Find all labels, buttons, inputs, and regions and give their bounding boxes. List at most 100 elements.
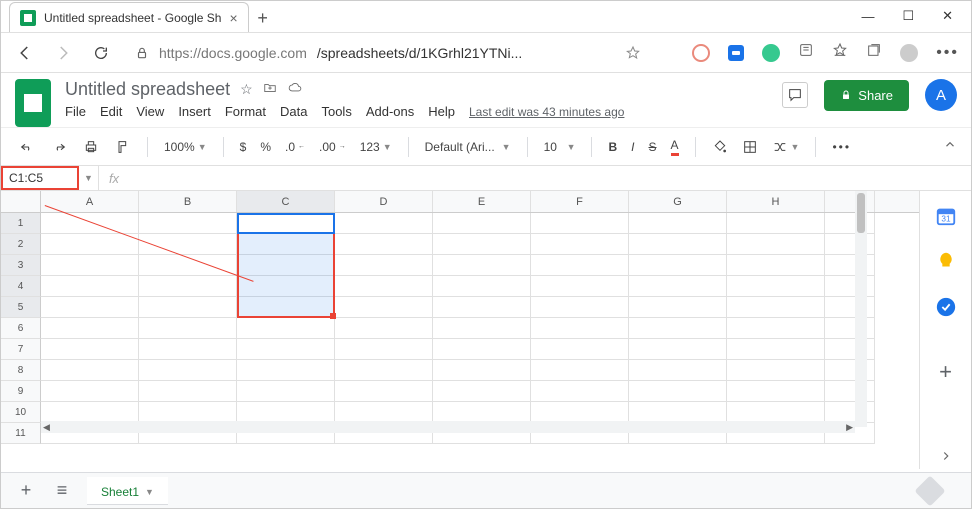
number-format-button[interactable]: 123▼	[356, 137, 396, 157]
cell[interactable]	[531, 381, 629, 402]
ext-icon-1[interactable]	[692, 44, 710, 62]
cell[interactable]	[237, 318, 335, 339]
ext-icon-3[interactable]	[762, 44, 780, 62]
cell[interactable]	[237, 234, 335, 255]
cell[interactable]	[41, 339, 139, 360]
increase-decimal-button[interactable]: .00→	[315, 137, 350, 157]
cell[interactable]	[825, 297, 875, 318]
menu-help[interactable]: Help	[428, 104, 455, 119]
undo-button[interactable]	[15, 136, 39, 158]
cell[interactable]	[41, 297, 139, 318]
name-box-dropdown[interactable]: ▼	[79, 166, 99, 190]
percent-button[interactable]: %	[256, 137, 275, 157]
share-button[interactable]: Share	[824, 80, 909, 111]
cell[interactable]	[335, 276, 433, 297]
menu-data[interactable]: Data	[280, 104, 307, 119]
cell[interactable]	[825, 234, 875, 255]
cell[interactable]	[139, 360, 237, 381]
close-window-button[interactable]: ✕	[942, 8, 953, 24]
merge-button[interactable]: ▼	[768, 136, 804, 158]
new-tab-button[interactable]: +	[249, 4, 277, 32]
cell[interactable]	[825, 360, 875, 381]
cell[interactable]	[629, 213, 727, 234]
cell[interactable]	[531, 318, 629, 339]
cell[interactable]	[41, 381, 139, 402]
cell[interactable]	[629, 318, 727, 339]
cell[interactable]	[139, 297, 237, 318]
row-header[interactable]: 4	[1, 276, 41, 297]
cell[interactable]	[825, 276, 875, 297]
all-sheets-button[interactable]: ≡	[51, 480, 73, 501]
comment-history-button[interactable]	[782, 82, 808, 108]
profile-icon[interactable]	[900, 44, 918, 62]
decrease-decimal-button[interactable]: .0←	[281, 137, 309, 157]
cell[interactable]	[629, 402, 727, 423]
cell[interactable]	[531, 234, 629, 255]
cell[interactable]	[433, 381, 531, 402]
collapse-toolbar-button[interactable]	[943, 138, 957, 155]
print-button[interactable]	[79, 136, 103, 158]
add-sheet-button[interactable]: +	[15, 480, 37, 501]
cell[interactable]	[727, 381, 825, 402]
cell[interactable]	[237, 381, 335, 402]
cell[interactable]	[825, 255, 875, 276]
page-star-icon[interactable]	[621, 41, 645, 65]
cell[interactable]	[531, 297, 629, 318]
redo-button[interactable]	[47, 136, 71, 158]
reading-list-icon[interactable]	[798, 42, 814, 63]
cell[interactable]	[629, 297, 727, 318]
cell[interactable]	[41, 213, 139, 234]
sheet-tab-active[interactable]: Sheet1 ▼	[87, 477, 168, 505]
cell[interactable]	[727, 360, 825, 381]
hide-panel-button[interactable]	[932, 444, 960, 469]
collections-icon[interactable]	[866, 42, 882, 63]
cell[interactable]	[629, 276, 727, 297]
spreadsheet-grid[interactable]: A B C D E F G H 1234567891011 ◀ ▶	[1, 191, 919, 469]
cell[interactable]	[727, 276, 825, 297]
row-header[interactable]: 10	[1, 402, 41, 423]
cell[interactable]	[825, 213, 875, 234]
cell[interactable]	[139, 402, 237, 423]
cell[interactable]	[433, 276, 531, 297]
more-menu-icon[interactable]: •••	[936, 44, 959, 62]
row-header[interactable]: 3	[1, 255, 41, 276]
cell[interactable]	[825, 339, 875, 360]
font-size-select[interactable]: 10▼	[540, 137, 580, 157]
cell[interactable]	[727, 213, 825, 234]
cell[interactable]	[531, 360, 629, 381]
cell[interactable]	[237, 402, 335, 423]
maximize-button[interactable]: ☐	[902, 8, 914, 24]
menu-insert[interactable]: Insert	[178, 104, 211, 119]
minimize-button[interactable]: —	[861, 9, 874, 24]
close-tab-icon[interactable]: ×	[229, 10, 237, 26]
cell[interactable]	[825, 381, 875, 402]
ext-icon-2[interactable]	[728, 45, 744, 61]
reload-button[interactable]	[89, 41, 113, 65]
cell[interactable]	[139, 339, 237, 360]
row-header[interactable]: 1	[1, 213, 41, 234]
cell[interactable]	[433, 360, 531, 381]
zoom-select[interactable]: 100%▼	[160, 137, 211, 157]
add-panel-button[interactable]: +	[932, 359, 960, 385]
name-box[interactable]: C1:C5	[1, 166, 79, 190]
menu-tools[interactable]: Tools	[321, 104, 351, 119]
cell[interactable]	[433, 213, 531, 234]
col-header[interactable]: F	[531, 191, 629, 212]
text-color-button[interactable]: A	[667, 135, 683, 159]
cell[interactable]	[629, 234, 727, 255]
horizontal-scrollbar[interactable]: ◀ ▶	[41, 421, 855, 433]
cell[interactable]	[531, 255, 629, 276]
strikethrough-button[interactable]: S	[645, 137, 661, 157]
menu-format[interactable]: Format	[225, 104, 266, 119]
cell[interactable]	[433, 339, 531, 360]
cell[interactable]	[41, 318, 139, 339]
cell[interactable]	[433, 255, 531, 276]
cell[interactable]	[335, 213, 433, 234]
cell[interactable]	[335, 297, 433, 318]
cell[interactable]	[433, 402, 531, 423]
cell[interactable]	[727, 402, 825, 423]
cell[interactable]	[41, 360, 139, 381]
menu-edit[interactable]: Edit	[100, 104, 122, 119]
browser-tab[interactable]: Untitled spreadsheet - Google Sh ×	[9, 2, 249, 32]
cell[interactable]	[237, 276, 335, 297]
